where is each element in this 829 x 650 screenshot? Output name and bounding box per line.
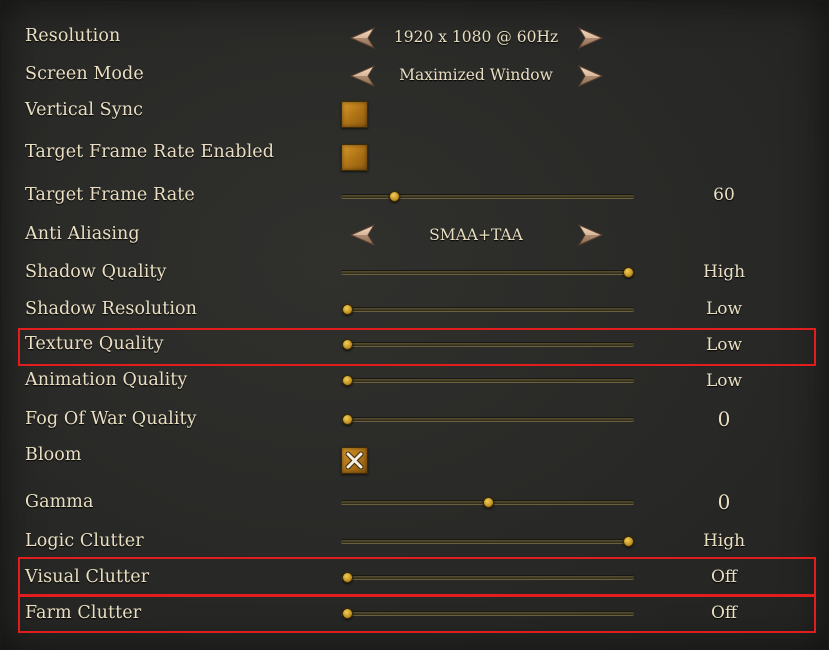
shadow-resolution-value: Low — [705, 299, 743, 319]
bloom-checkbox[interactable] — [341, 447, 368, 474]
anti-aliasing-value: SMAA+TAA — [429, 226, 523, 244]
shadow-quality-value: High — [702, 262, 746, 282]
farm-clutter-label: Farm Clutter — [25, 603, 142, 623]
vertical-sync-checkbox[interactable] — [341, 101, 368, 128]
texture-quality-label: Texture Quality — [25, 334, 164, 354]
texture-quality-slider[interactable] — [341, 339, 634, 350]
screen-mode-prev-arrow-icon[interactable] — [350, 65, 376, 87]
shadow-quality-slider-thumb[interactable] — [623, 267, 635, 278]
fog-of-war-quality-slider-thumb[interactable] — [341, 414, 353, 425]
logic-clutter-slider-thumb[interactable] — [623, 536, 635, 547]
row-anti-aliasing: Anti Aliasing SMAA+TAA — [1, 217, 829, 253]
resolution-next-arrow-icon[interactable] — [577, 27, 603, 49]
visual-clutter-slider[interactable] — [341, 572, 634, 583]
visual-clutter-value: Off — [710, 567, 737, 587]
texture-quality-value: Low — [705, 335, 743, 355]
row-vertical-sync: Vertical Sync — [1, 95, 829, 131]
texture-quality-slider-thumb[interactable] — [341, 339, 353, 350]
farm-clutter-slider[interactable] — [341, 608, 634, 619]
animation-quality-slider-thumb[interactable] — [341, 375, 353, 386]
visual-clutter-slider-thumb[interactable] — [341, 572, 353, 583]
row-shadow-resolution: Shadow Resolution Low — [1, 293, 829, 329]
row-animation-quality: Animation Quality Low — [1, 364, 829, 400]
fog-of-war-quality-value: 0 — [717, 407, 731, 431]
resolution-value: 1920 x 1080 @ 60Hz — [393, 28, 559, 46]
animation-quality-slider[interactable] — [341, 375, 634, 386]
animation-quality-value: Low — [705, 371, 743, 391]
graphics-settings-panel: Resolution 1920 x 1080 @ 60Hz Screen Mod… — [0, 0, 829, 650]
screen-mode-next-arrow-icon[interactable] — [577, 65, 603, 87]
gamma-slider[interactable] — [341, 497, 634, 508]
logic-clutter-slider[interactable] — [341, 536, 635, 547]
resolution-label: Resolution — [25, 26, 121, 46]
target-frame-rate-slider-thumb[interactable] — [388, 191, 400, 202]
row-texture-quality: Texture Quality Low — [1, 328, 829, 364]
target-frame-rate-value: 60 — [713, 185, 735, 205]
screen-mode-label: Screen Mode — [25, 64, 144, 84]
shadow-quality-label: Shadow Quality — [25, 262, 167, 282]
shadow-quality-slider[interactable] — [341, 267, 635, 278]
farm-clutter-slider-thumb[interactable] — [341, 608, 353, 619]
farm-clutter-value: Off — [710, 603, 737, 623]
target-frame-rate-enabled-label: Target Frame Rate Enabled — [25, 142, 275, 162]
screen-mode-value: Maximized Window — [399, 66, 553, 84]
row-screen-mode: Screen Mode Maximized Window — [1, 57, 829, 93]
row-gamma: Gamma 0 — [1, 486, 829, 522]
gamma-slider-thumb[interactable] — [482, 497, 494, 508]
row-target-frame-rate: Target Frame Rate 60 — [1, 179, 829, 215]
row-visual-clutter: Visual Clutter Off — [1, 560, 829, 596]
bloom-label: Bloom — [25, 445, 82, 465]
x-mark-icon — [345, 451, 364, 470]
gamma-value: 0 — [717, 490, 731, 514]
anti-aliasing-next-arrow-icon[interactable] — [577, 224, 603, 246]
target-frame-rate-label: Target Frame Rate — [25, 185, 195, 205]
fog-of-war-quality-slider[interactable] — [341, 414, 634, 425]
resolution-prev-arrow-icon[interactable] — [350, 27, 376, 49]
gamma-label: Gamma — [25, 492, 94, 512]
row-farm-clutter: Farm Clutter Off — [1, 596, 829, 632]
vertical-sync-label: Vertical Sync — [25, 100, 144, 120]
row-target-frame-rate-enabled: Target Frame Rate Enabled — [1, 137, 829, 173]
fog-of-war-quality-label: Fog Of War Quality — [25, 409, 197, 429]
row-logic-clutter: Logic Clutter High — [1, 524, 829, 560]
logic-clutter-label: Logic Clutter — [25, 531, 144, 551]
visual-clutter-label: Visual Clutter — [25, 567, 150, 587]
shadow-resolution-label: Shadow Resolution — [25, 299, 198, 319]
row-fog-of-war-quality: Fog Of War Quality 0 — [1, 402, 829, 438]
anti-aliasing-prev-arrow-icon[interactable] — [350, 224, 376, 246]
row-shadow-quality: Shadow Quality High — [1, 255, 829, 291]
animation-quality-label: Animation Quality — [25, 370, 188, 390]
shadow-resolution-slider[interactable] — [341, 304, 634, 315]
anti-aliasing-label: Anti Aliasing — [25, 224, 140, 244]
shadow-resolution-slider-thumb[interactable] — [341, 304, 353, 315]
row-bloom: Bloom — [1, 441, 829, 477]
target-frame-rate-enabled-checkbox[interactable] — [341, 144, 368, 171]
logic-clutter-value: High — [702, 531, 746, 551]
row-resolution: Resolution 1920 x 1080 @ 60Hz — [1, 19, 829, 55]
target-frame-rate-slider[interactable] — [341, 191, 634, 202]
